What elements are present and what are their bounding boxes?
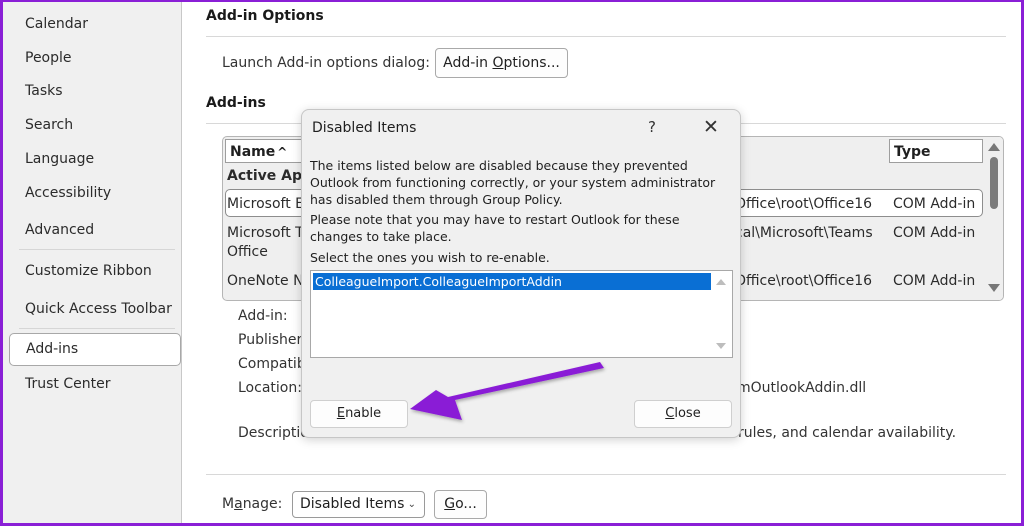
disabled-items-dialog: Disabled Items ? ✕ The items listed belo… — [301, 109, 741, 438]
button-label: ptions... — [503, 55, 560, 71]
label-text: nage: — [242, 496, 283, 512]
table-cell-location: Office\root\Office16 — [735, 273, 873, 289]
accelerator-key: O — [492, 55, 504, 71]
add-in-options-button[interactable]: Add-in Options... — [435, 48, 568, 78]
sidebar-item-tasks[interactable]: Tasks — [9, 75, 181, 107]
table-cell-location: cal\Microsoft\Teams — [735, 225, 873, 241]
dialog-title: Disabled Items — [312, 120, 417, 136]
scroll-down-icon[interactable] — [988, 284, 1000, 292]
accelerator-key: C — [665, 406, 675, 421]
accelerator-key: G — [444, 496, 456, 512]
sidebar-item-add-ins[interactable]: Add-ins — [9, 333, 181, 366]
button-label: nable — [345, 406, 382, 421]
manage-label: Manage: — [222, 496, 282, 512]
detail-compatibility-label: Compatib — [238, 356, 306, 372]
sidebar-item-search[interactable]: Search — [9, 109, 181, 141]
column-name-label: Name — [230, 144, 276, 160]
detail-location-label: Location: — [238, 380, 302, 396]
enable-button[interactable]: Enable — [310, 400, 408, 428]
group-header-active: Active App — [227, 168, 312, 184]
button-label: o... — [455, 496, 477, 512]
accelerator-key: a — [234, 496, 243, 512]
go-button[interactable]: Go... — [434, 490, 487, 519]
dialog-description: The items listed below are disabled beca… — [310, 158, 716, 207]
add-in-options-heading: Add-in Options — [206, 8, 324, 24]
close-button[interactable]: Close — [634, 400, 732, 428]
detail-publisher-label: Publisher: — [238, 332, 307, 348]
launch-options-label: Launch Add-in options dialog: — [222, 55, 430, 71]
table-cell-name: Microsoft E — [227, 196, 305, 212]
table-cell-type: COM Add-in — [893, 225, 976, 241]
detail-addin-label: Add-in: — [238, 308, 288, 324]
accelerator-key: E — [336, 406, 346, 421]
add-ins-heading: Add-ins — [206, 95, 266, 111]
detail-description-value: rules, and calendar availability. — [738, 425, 957, 441]
sidebar-item-customize-ribbon[interactable]: Customize Ribbon — [9, 255, 181, 287]
scroll-up-icon[interactable] — [716, 279, 726, 285]
button-label: lose — [674, 406, 701, 421]
sidebar-item-people[interactable]: People — [9, 42, 181, 74]
column-header-type[interactable]: Type — [889, 139, 983, 163]
sidebar-item-accessibility[interactable]: Accessibility — [9, 177, 181, 209]
manage-selected-value: Disabled Items — [300, 496, 405, 512]
table-scrollbar[interactable] — [983, 137, 1003, 300]
chevron-down-icon: ⌄ — [407, 499, 416, 510]
section-divider — [206, 36, 1006, 37]
scroll-down-icon[interactable] — [716, 343, 726, 349]
sidebar-divider — [19, 328, 175, 329]
detail-location-value: mOutlookAddin.dll — [737, 380, 867, 396]
sidebar-item-advanced[interactable]: Advanced — [9, 214, 181, 246]
disabled-items-list[interactable]: ColleagueImport.ColleagueImportAddin — [310, 270, 733, 358]
close-icon[interactable]: ✕ — [703, 116, 719, 138]
sidebar-item-trust-center[interactable]: Trust Center — [9, 368, 181, 400]
options-sidebar: Calendar People Tasks Search Language Ac… — [2, 0, 182, 526]
manage-select[interactable]: Disabled Items ⌄ — [292, 491, 425, 518]
sidebar-item-quick-access-toolbar[interactable]: Quick Access Toolbar — [9, 293, 181, 325]
section-divider — [206, 474, 1006, 475]
sort-ascending-icon: ^ — [277, 145, 288, 159]
dialog-restart-note: Please note that you may have to restart… — [310, 212, 680, 244]
sidebar-divider — [19, 249, 175, 250]
list-item[interactable]: ColleagueImport.ColleagueImportAddin — [313, 273, 711, 290]
help-icon[interactable]: ? — [648, 118, 656, 136]
button-label: Add-in — [443, 55, 493, 71]
table-cell-name[interactable]: Microsoft T — [227, 225, 304, 241]
label-text: M — [222, 496, 235, 512]
table-cell-type: COM Add-in — [893, 196, 976, 212]
table-cell-location: Office\root\Office16 — [735, 196, 873, 212]
dialog-instruction: Select the ones you wish to re-enable. — [310, 250, 550, 265]
detail-description-label: Descriptio — [238, 425, 309, 441]
table-cell-name-line2: Office — [227, 244, 268, 260]
scrollbar-thumb[interactable] — [990, 157, 998, 209]
table-cell-type: COM Add-in — [893, 273, 976, 289]
scroll-up-icon[interactable] — [988, 143, 1000, 151]
sidebar-item-language[interactable]: Language — [9, 143, 181, 175]
sidebar-item-calendar[interactable]: Calendar — [9, 8, 181, 40]
table-cell-name[interactable]: OneNote N — [227, 273, 304, 289]
